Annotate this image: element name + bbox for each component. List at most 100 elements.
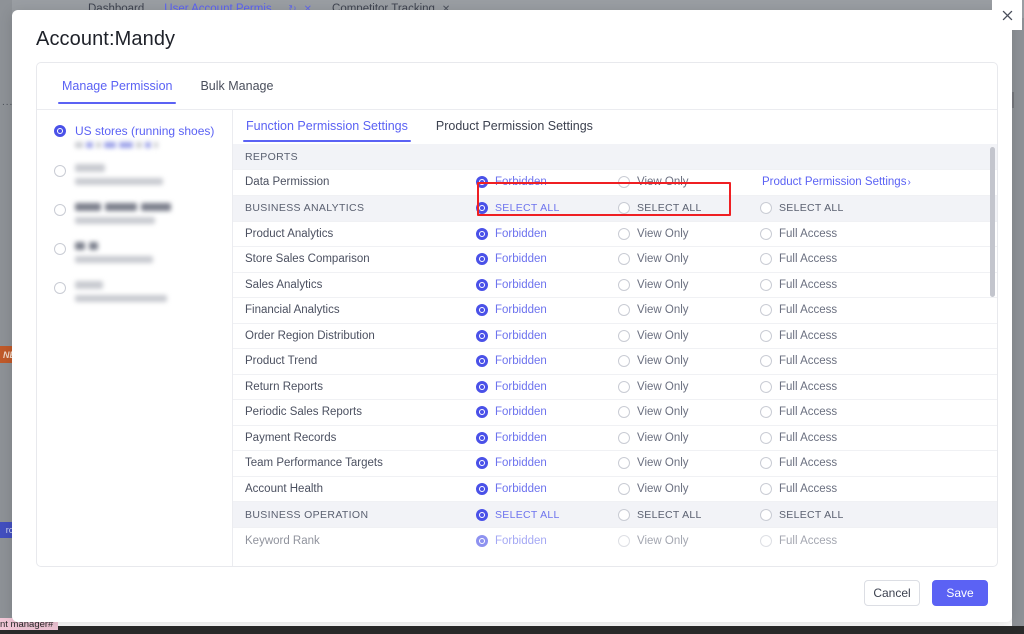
radio-unselected[interactable] — [760, 329, 772, 342]
permission-option-0[interactable]: Forbidden — [476, 304, 618, 317]
permission-option-0[interactable]: Forbidden — [476, 329, 618, 342]
permission-option-1[interactable]: View Only — [618, 431, 760, 444]
sidebar-item-store-2[interactable] — [37, 203, 232, 225]
select-all-column-2[interactable]: SELECT ALL — [760, 508, 902, 521]
permission-option-2[interactable]: Full Access — [760, 431, 902, 444]
store-radio[interactable] — [54, 243, 66, 255]
radio-unselected[interactable] — [760, 278, 772, 291]
permission-option-2[interactable]: Full Access — [760, 304, 902, 317]
permission-tab-strip[interactable]: Function Permission Settings Product Perm… — [233, 110, 997, 145]
permission-option-2[interactable]: Full Access — [760, 278, 902, 291]
permission-option-0[interactable]: Forbidden — [476, 278, 618, 291]
permission-option-1[interactable]: View Only — [618, 253, 760, 266]
radio-unselected[interactable] — [618, 329, 630, 342]
radio-selected[interactable] — [476, 176, 488, 189]
permission-option-2[interactable]: Full Access — [760, 482, 902, 495]
vertical-scrollbar[interactable] — [990, 147, 995, 297]
radio-unselected[interactable] — [760, 380, 772, 393]
select-all-column-0[interactable]: SELECT ALL — [476, 508, 618, 521]
permission-option-0[interactable]: Forbidden — [476, 227, 618, 240]
permission-option-0[interactable]: Forbidden — [476, 406, 618, 419]
tab-bulk-manage[interactable]: Bulk Manage — [196, 63, 277, 110]
permission-option-1[interactable]: View Only — [618, 176, 760, 189]
table-row[interactable]: Product Analytics Forbidden View Only Full … — [233, 222, 997, 247]
permission-option-0[interactable]: Forbidden — [476, 482, 618, 495]
permission-option-1[interactable]: View Only — [618, 482, 760, 495]
permission-option-2[interactable]: Full Access — [760, 355, 902, 368]
radio-selected[interactable] — [476, 380, 488, 393]
radio-selected[interactable] — [476, 508, 488, 521]
radio-selected[interactable] — [476, 202, 488, 214]
radio-selected[interactable] — [476, 329, 488, 342]
store-list-sidebar[interactable]: US stores (running shoes) — [37, 110, 233, 566]
select-all-column-1[interactable]: SELECT ALL — [618, 202, 760, 214]
radio-unselected[interactable] — [618, 227, 630, 240]
radio-selected[interactable] — [476, 482, 488, 495]
radio-unselected[interactable] — [618, 304, 630, 317]
radio-unselected[interactable] — [760, 202, 772, 214]
radio-selected[interactable] — [476, 534, 488, 547]
store-radio[interactable] — [54, 125, 66, 137]
close-icon[interactable] — [992, 0, 1022, 30]
table-row[interactable]: Product Trend Forbidden View Only Full Acce… — [233, 349, 997, 375]
radio-unselected[interactable] — [760, 431, 772, 444]
radio-unselected[interactable] — [760, 457, 772, 470]
radio-unselected[interactable] — [760, 304, 772, 317]
select-all-column-0[interactable]: SELECT ALL — [476, 202, 618, 214]
permission-option-1[interactable]: View Only — [618, 534, 760, 547]
radio-unselected[interactable] — [618, 253, 630, 266]
radio-unselected[interactable] — [760, 227, 772, 240]
permission-table[interactable]: REPORTS Data Permission Forbidden View Only… — [233, 144, 997, 566]
modal-tab-strip[interactable]: Manage Permission Bulk Manage — [37, 63, 997, 110]
sidebar-item-store-3[interactable] — [37, 242, 232, 264]
radio-unselected[interactable] — [618, 482, 630, 495]
cancel-button[interactable]: Cancel — [864, 580, 920, 606]
table-row[interactable]: Account Health Forbidden View Only Full Acc… — [233, 477, 997, 502]
permission-option-2[interactable]: Full Access — [760, 329, 902, 342]
radio-unselected[interactable] — [618, 380, 630, 393]
tab-manage-permission[interactable]: Manage Permission — [58, 63, 177, 110]
sidebar-item-store-1[interactable] — [37, 164, 232, 186]
radio-unselected[interactable] — [760, 406, 772, 419]
radio-unselected[interactable] — [618, 406, 630, 419]
permission-option-1[interactable]: View Only — [618, 355, 760, 368]
permission-option-2[interactable]: Full Access — [760, 380, 902, 393]
permission-option-2[interactable]: Full Access — [760, 457, 902, 470]
save-button[interactable]: Save — [932, 580, 988, 606]
table-row[interactable]: Data Permission Forbidden View Only Product… — [233, 170, 997, 196]
table-row[interactable]: Sales Analytics Forbidden View Only Full Ac… — [233, 273, 997, 298]
radio-unselected[interactable] — [618, 278, 630, 291]
permission-option-1[interactable]: View Only — [618, 380, 760, 393]
select-all-column-1[interactable]: SELECT ALL — [618, 508, 760, 521]
table-row[interactable]: Financial Analytics Forbidden View Only Ful… — [233, 298, 997, 324]
permission-option-1[interactable]: View Only — [618, 457, 760, 470]
radio-unselected[interactable] — [618, 355, 630, 368]
permission-option-0[interactable]: Forbidden — [476, 380, 618, 393]
permission-option-1[interactable]: View Only — [618, 304, 760, 317]
permission-option-2[interactable]: Full Access — [760, 253, 902, 266]
radio-selected[interactable] — [476, 406, 488, 419]
radio-unselected[interactable] — [618, 534, 630, 547]
radio-selected[interactable] — [476, 431, 488, 444]
radio-unselected[interactable] — [618, 176, 630, 189]
radio-unselected[interactable] — [618, 457, 630, 470]
radio-unselected[interactable] — [760, 482, 772, 495]
sidebar-item-store-0[interactable]: US stores (running shoes) — [37, 124, 232, 148]
radio-unselected[interactable] — [618, 431, 630, 444]
table-row[interactable]: Payment Records Forbidden View Only Full Ac… — [233, 426, 997, 451]
table-row[interactable]: Team Performance Targets Forbidden View On… — [233, 451, 997, 477]
permission-option-1[interactable]: View Only — [618, 406, 760, 419]
permission-option-0[interactable]: Forbidden — [476, 457, 618, 470]
radio-unselected[interactable] — [618, 508, 630, 521]
store-radio[interactable] — [54, 282, 66, 294]
table-row[interactable]: Order Region Distribution Forbidden View O… — [233, 324, 997, 349]
radio-unselected[interactable] — [760, 253, 772, 266]
radio-unselected[interactable] — [760, 508, 772, 521]
table-row[interactable]: Store Sales Comparison Forbidden View Only… — [233, 247, 997, 273]
permission-option-0[interactable]: Forbidden — [476, 253, 618, 266]
permission-option-1[interactable]: View Only — [618, 329, 760, 342]
permission-option-0[interactable]: Forbidden — [476, 534, 618, 547]
radio-selected[interactable] — [476, 253, 488, 266]
radio-unselected[interactable] — [760, 534, 772, 547]
radio-selected[interactable] — [476, 457, 488, 470]
